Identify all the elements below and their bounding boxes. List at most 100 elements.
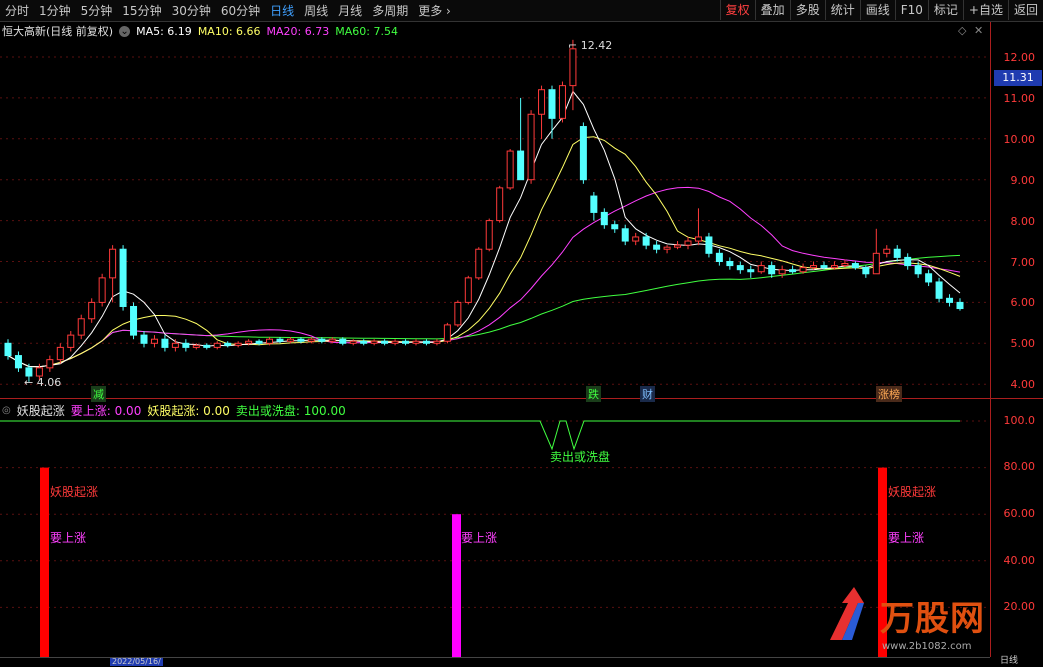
candle-body xyxy=(789,269,797,273)
candle-body xyxy=(778,269,786,275)
settings-circle-icon[interactable]: ◎ xyxy=(2,405,11,416)
candle-body xyxy=(328,338,336,342)
price-tick-5: 5.00 xyxy=(1010,337,1036,350)
candle-body xyxy=(548,89,556,119)
sell-signal-label: 卖出或洗盘 xyxy=(550,450,611,464)
low-value: 4.06 xyxy=(36,376,62,389)
candle-body xyxy=(883,248,891,254)
rise-signal-label: 要上涨 xyxy=(50,531,87,545)
signal-label[interactable]: 减 xyxy=(91,386,106,402)
price-tick-12: 12.00 xyxy=(1003,51,1036,64)
price-tick-10: 10.00 xyxy=(1003,133,1036,146)
candle-body xyxy=(590,195,598,213)
price-tick-11: 11.00 xyxy=(1003,92,1036,105)
yao-signal-bar xyxy=(40,467,49,657)
candle-body xyxy=(422,340,430,344)
candle-body xyxy=(893,248,901,258)
candle-body xyxy=(25,367,33,377)
price-tick-8: 8.00 xyxy=(1010,215,1036,228)
candle-body xyxy=(412,340,420,344)
candle-body xyxy=(454,301,462,326)
candle-body xyxy=(485,220,493,250)
candle-body xyxy=(747,269,755,273)
candle-body xyxy=(684,240,692,246)
rise-signal-label: 要上涨 xyxy=(461,531,498,545)
candle-body xyxy=(339,338,347,344)
candle-body xyxy=(276,338,284,342)
candle-body xyxy=(611,224,619,230)
candle-body xyxy=(726,261,734,267)
candle-body xyxy=(674,244,682,248)
candle-body xyxy=(600,211,608,226)
candle-body xyxy=(88,301,96,320)
candle-body xyxy=(527,113,535,181)
candle-body xyxy=(349,340,357,344)
yao-signal-label: 妖股起涨 xyxy=(888,485,937,499)
sell-wash-line xyxy=(0,420,960,451)
rise-signal-label: 要上涨 xyxy=(888,531,925,545)
candle-body xyxy=(653,244,661,250)
price-tick-6: 6.00 xyxy=(1010,296,1036,309)
candle-body xyxy=(150,338,158,344)
candle-body xyxy=(663,246,671,250)
candle-body xyxy=(496,187,504,222)
candle-body xyxy=(119,248,127,307)
candle-body xyxy=(830,265,838,269)
candle-body xyxy=(192,344,200,348)
ind-tick-100: 100.0 xyxy=(1003,414,1036,427)
candle-body xyxy=(182,342,190,348)
candle-body xyxy=(946,297,954,303)
price-tick-4: 4.00 xyxy=(1010,378,1036,391)
candle-body xyxy=(370,340,378,344)
candle-body xyxy=(35,367,43,377)
signal-label[interactable]: 跌 xyxy=(586,386,601,402)
candle-body xyxy=(443,324,451,342)
ind-tick-60: 60.00 xyxy=(1003,507,1036,520)
candle-body xyxy=(475,248,483,279)
candle-body xyxy=(297,338,305,342)
candle-body xyxy=(266,338,274,344)
candle-body xyxy=(914,265,922,275)
candle-body xyxy=(46,359,54,369)
candle-body xyxy=(506,150,514,189)
indicator-name[interactable]: 妖股起涨 xyxy=(17,402,65,419)
candle-body xyxy=(67,334,75,348)
candle-body xyxy=(841,263,849,267)
candle-body xyxy=(77,318,85,336)
candle-body xyxy=(402,340,410,344)
candle-body xyxy=(286,338,294,342)
candle-body xyxy=(171,342,179,348)
candle-body xyxy=(234,342,242,346)
candle-body xyxy=(925,273,933,283)
candle-body xyxy=(381,340,389,344)
indicator-value-sell: 卖出或洗盘: 100.00 xyxy=(235,404,346,418)
indicator-value-yao: 妖股起涨: 0.00 xyxy=(147,404,230,418)
watermark-arrow-icon xyxy=(830,587,864,640)
ma5-line xyxy=(7,90,961,368)
candle-body xyxy=(224,342,232,346)
candle-body xyxy=(360,340,368,344)
high-annotation: ⌐ 12.42 xyxy=(568,39,613,52)
candle-body xyxy=(433,340,441,344)
candle-body xyxy=(810,265,818,269)
candle-body xyxy=(213,342,221,348)
signal-label[interactable]: 涨榜 xyxy=(876,386,902,402)
candle-body xyxy=(715,252,723,263)
candle-body xyxy=(851,263,859,269)
price-tick-7: 7.00 xyxy=(1010,256,1036,269)
candle-body xyxy=(621,228,629,242)
candle-body xyxy=(4,342,12,357)
candle-body xyxy=(757,265,765,273)
candle-body xyxy=(538,89,546,115)
ma20-line xyxy=(7,186,961,368)
price-tick-9: 9.00 xyxy=(1010,174,1036,187)
candle-body xyxy=(56,346,64,361)
candle-body xyxy=(705,236,713,254)
date-cursor-label: 2022/05/16/ xyxy=(110,657,163,666)
candle-body xyxy=(318,338,326,342)
yao-signal-label: 妖股起涨 xyxy=(50,485,99,499)
watermark: 万股网 www.2b1082.com xyxy=(820,585,1010,665)
kline-chart[interactable] xyxy=(0,0,1043,666)
candle-body xyxy=(203,344,211,348)
signal-label[interactable]: 财 xyxy=(640,386,655,402)
